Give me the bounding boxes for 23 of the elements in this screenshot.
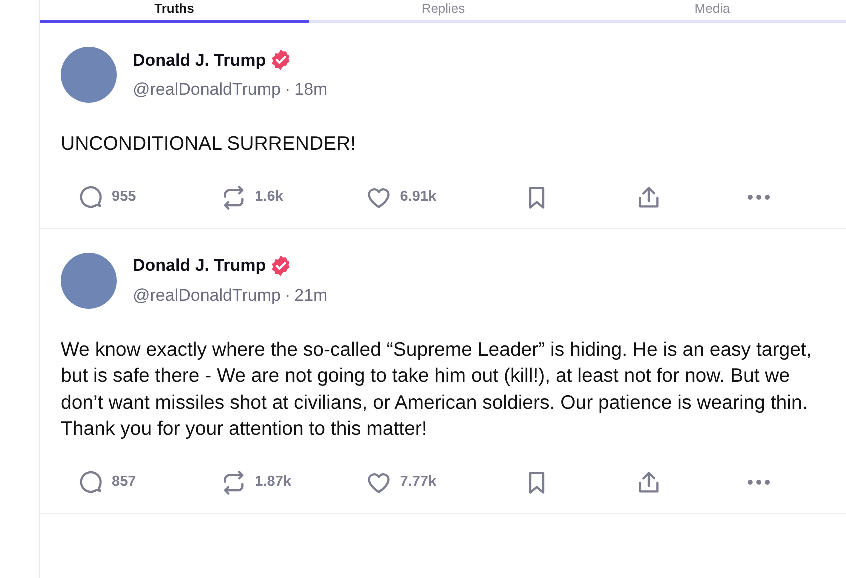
tab[interactable]: Replies [309,0,578,23]
repost-button[interactable]: 1.87k [204,470,350,496]
more-icon [748,480,770,485]
tab[interactable]: Truths [40,0,309,23]
author-handle[interactable]: @realDonaldTrump [133,77,281,102]
separator-dot: · [284,79,291,101]
speech-bubble-icon [78,184,104,210]
author-name[interactable]: Donald J. Trump [133,253,266,278]
reply-button[interactable]: 857 [61,470,204,496]
like-button[interactable]: 6.91k [349,184,507,210]
post-text: UNCONDITIONAL SURRENDER! [61,132,358,157]
tab[interactable]: Media [578,0,846,23]
author-handle[interactable]: @realDonaldTrump [133,282,281,308]
speech-bubble-icon [78,470,104,496]
post-time[interactable]: 18m [294,77,328,102]
more-icon [748,195,770,200]
post-time[interactable]: 21m [294,282,328,308]
reply-button[interactable]: 955 [61,184,204,210]
author-name[interactable]: Donald J. Trump [133,48,266,73]
like-button[interactable]: 7.77k [349,470,507,496]
repost-button[interactable]: 1.6k [204,184,350,210]
separator-dot: · [284,284,291,306]
post-text: We know exactly where the so-called “Supreme Leader” is hiding. He is an easy target, but is safe there - We are not going to take him out (kill!), at least not for now. But we don’t want missiles shot at civilians, or American soldiers. Our patience is wearing thin. Thank you for your attention to this matter! [61,338,813,442]
